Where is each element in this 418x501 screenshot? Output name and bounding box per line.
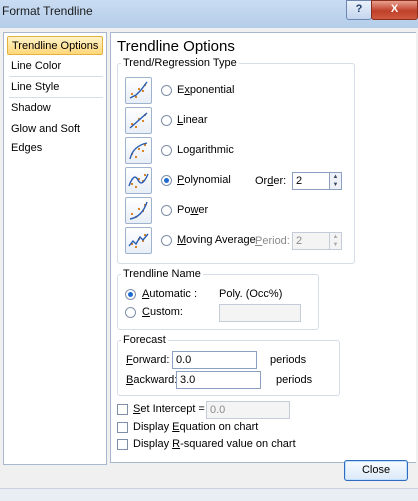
trend-type-label: Power bbox=[177, 204, 209, 216]
period-stepper[interactable]: ▲ ▼ bbox=[329, 232, 342, 250]
display-rsquared-checkbox[interactable] bbox=[117, 439, 128, 450]
category-list: Trendline Options Line Color Line Style … bbox=[3, 32, 107, 465]
trend-type-label: Polynomial bbox=[177, 174, 231, 186]
power-trend-icon bbox=[125, 197, 152, 224]
polynomial-trend-icon bbox=[125, 167, 152, 194]
trend-type-label: Moving Average bbox=[177, 234, 256, 246]
period-input[interactable]: 2 bbox=[292, 232, 330, 250]
automatic-name-value: Poly. (Occ%) bbox=[219, 288, 283, 300]
automatic-radio[interactable] bbox=[125, 289, 136, 300]
spin-down-icon[interactable]: ▼ bbox=[330, 241, 341, 249]
page-title: Trendline Options bbox=[117, 38, 235, 55]
group-label: Trendline Name bbox=[121, 268, 203, 280]
backward-unit: periods bbox=[276, 374, 313, 386]
order-stepper[interactable]: ▲ ▼ bbox=[329, 172, 342, 190]
trend-type-label: Logarithmic bbox=[177, 144, 234, 156]
moving-average-trend-icon bbox=[125, 227, 152, 254]
exponential-trend-icon bbox=[125, 77, 152, 104]
trend-type-label: Exponential bbox=[177, 84, 235, 96]
sidebar-item-glow-soft-edges[interactable]: Glow and Soft Edges bbox=[7, 120, 103, 154]
trend-type-radio[interactable] bbox=[161, 175, 172, 186]
help-button[interactable]: ? bbox=[346, 0, 372, 20]
title-bar: Format Trendline ? X bbox=[0, 0, 418, 28]
custom-label: Custom: bbox=[142, 306, 183, 318]
linear-trend-icon bbox=[125, 107, 152, 134]
trend-type-label: Linear bbox=[177, 114, 208, 126]
logarithmic-trend-icon bbox=[125, 137, 152, 164]
forward-unit: periods bbox=[270, 354, 307, 366]
backward-input[interactable]: 3.0 bbox=[176, 371, 261, 389]
display-equation-label: Display Equation on chart bbox=[133, 421, 259, 433]
group-label: Forecast bbox=[121, 334, 168, 346]
order-label: Order: bbox=[255, 175, 287, 187]
trend-type-radio[interactable] bbox=[161, 115, 172, 126]
sidebar-item-line-color[interactable]: Line Color bbox=[7, 57, 103, 76]
window-bottom-edge bbox=[0, 488, 418, 501]
forward-input[interactable]: 0.0 bbox=[172, 351, 257, 369]
intercept-input[interactable]: 0.0 bbox=[206, 401, 290, 419]
custom-radio[interactable] bbox=[125, 307, 136, 318]
trend-type-radio[interactable] bbox=[161, 205, 172, 216]
sidebar-item-trendline-options[interactable]: Trendline Options bbox=[7, 36, 103, 55]
group-label: Trend/Regression Type bbox=[121, 57, 239, 69]
automatic-label: Automatic : bbox=[142, 288, 198, 300]
spin-down-icon[interactable]: ▼ bbox=[330, 181, 341, 189]
trend-type-radio[interactable] bbox=[161, 145, 172, 156]
sidebar-item-shadow[interactable]: Shadow bbox=[7, 99, 103, 118]
divider bbox=[9, 76, 103, 77]
sidebar-item-line-style[interactable]: Line Style bbox=[7, 78, 103, 97]
window-title: Format Trendline bbox=[2, 4, 93, 18]
set-intercept-checkbox[interactable] bbox=[117, 404, 128, 415]
forward-label: Forward: bbox=[126, 354, 170, 366]
spin-up-icon[interactable]: ▲ bbox=[330, 233, 341, 241]
set-intercept-label: Set Intercept = bbox=[133, 403, 205, 415]
backward-label: Backward: bbox=[126, 374, 178, 386]
period-label: Period: bbox=[255, 235, 290, 247]
trend-type-radio[interactable] bbox=[161, 85, 172, 96]
divider bbox=[9, 97, 103, 98]
spin-up-icon[interactable]: ▲ bbox=[330, 173, 341, 181]
close-button[interactable]: Close bbox=[344, 460, 408, 481]
custom-name-input[interactable] bbox=[219, 304, 301, 322]
display-rsquared-label: Display R-squared value on chart bbox=[133, 438, 296, 450]
display-equation-checkbox[interactable] bbox=[117, 422, 128, 433]
trend-type-radio[interactable] bbox=[161, 235, 172, 246]
order-input[interactable]: 2 bbox=[292, 172, 330, 190]
window-close-button[interactable]: X bbox=[371, 0, 418, 20]
